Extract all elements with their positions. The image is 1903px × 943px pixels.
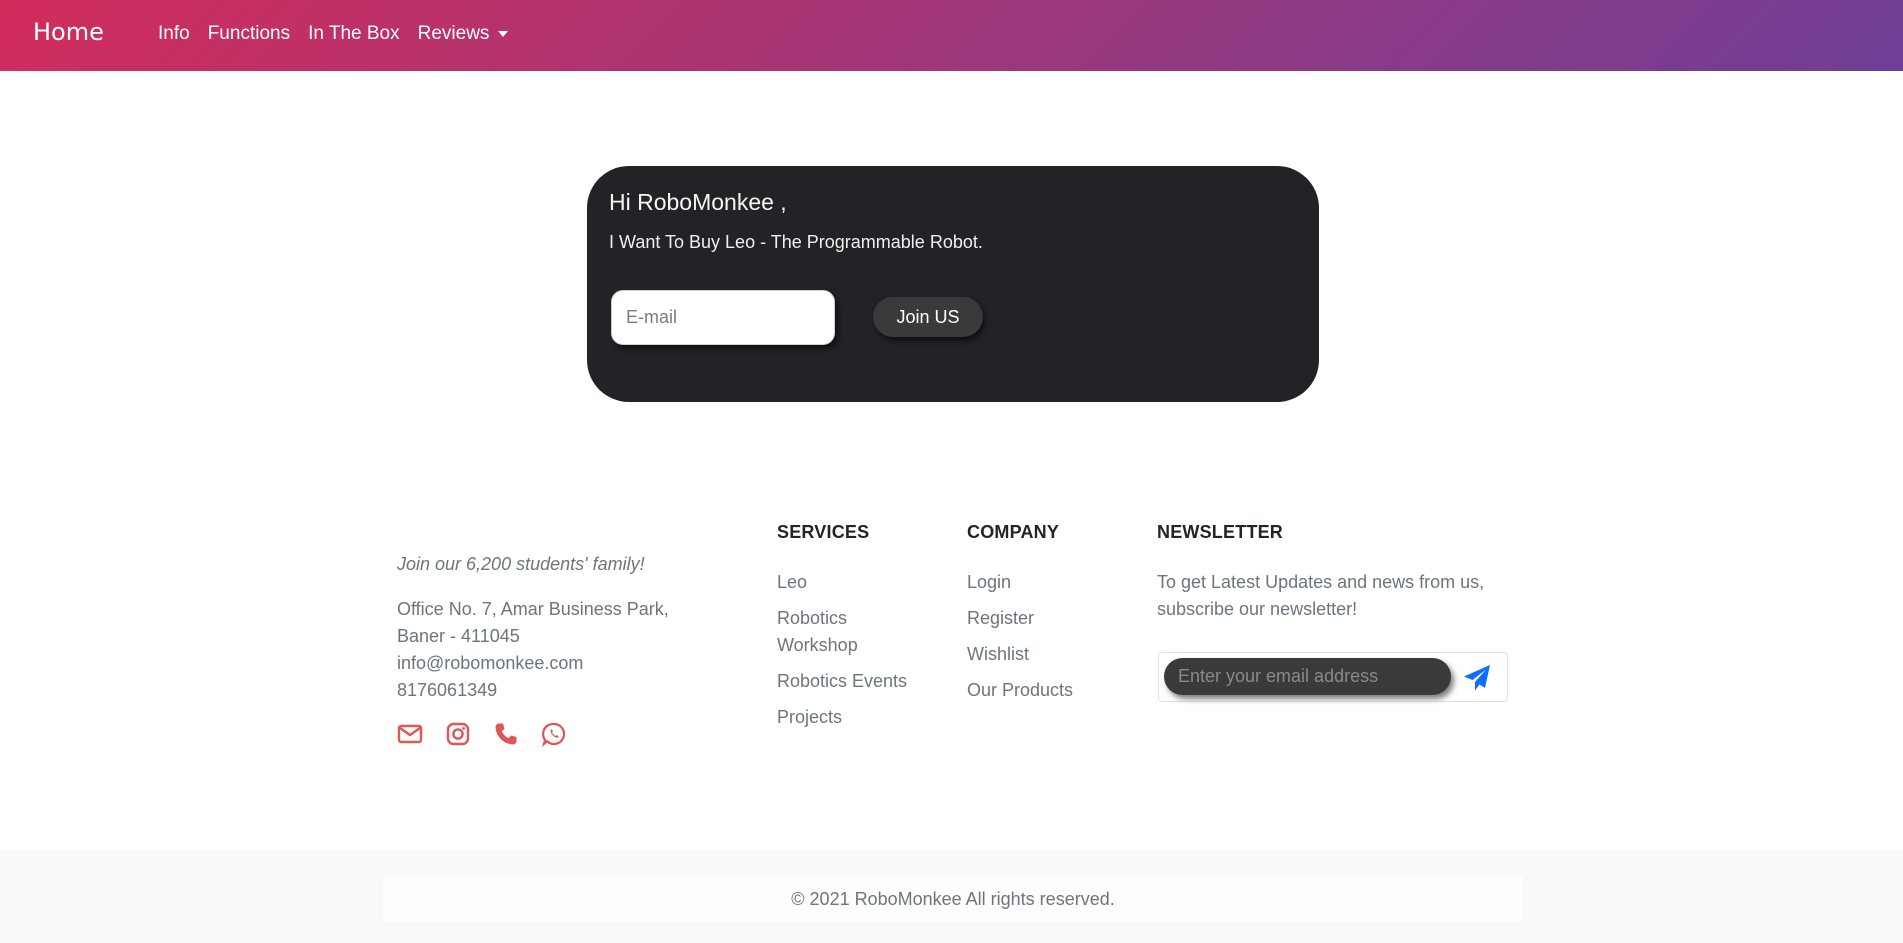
hero-greeting: Hi RoboMonkee , xyxy=(609,189,787,215)
services-list: Leo Robotics Workshop Robotics Events Pr… xyxy=(777,569,927,731)
address-line-1: Office No. 7, Amar Business Park, xyxy=(397,599,669,619)
footer-tagline: Join our 6,200 students' family! xyxy=(397,554,645,574)
envelope-icon[interactable] xyxy=(397,721,423,747)
nav-link-info[interactable]: Info xyxy=(158,23,190,45)
newsletter-heading: NEWSLETTER xyxy=(1157,522,1283,542)
footer-newsletter: NEWSLETTER To get Latest Updates and new… xyxy=(1157,522,1517,623)
paper-plane-icon[interactable] xyxy=(1462,663,1492,693)
nav-link-in-the-box[interactable]: In The Box xyxy=(308,23,400,45)
join-card: Hi RoboMonkee , I Want To Buy Leo - The … xyxy=(587,166,1319,402)
company-link-wishlist[interactable]: Wishlist xyxy=(967,641,1117,668)
contact-phone: 8176061349 xyxy=(397,680,498,700)
footer-about: Join our 6,200 students' family! xyxy=(397,551,737,578)
address-line-2: Baner - 411045 xyxy=(397,626,520,646)
services-link-leo[interactable]: Leo xyxy=(777,569,927,596)
services-link-projects[interactable]: Projects xyxy=(777,704,927,731)
top-navbar: Home Info Functions In The Box Reviews xyxy=(0,0,1903,71)
chevron-down-icon xyxy=(498,31,509,37)
contact-email: info@robomonkee.com xyxy=(397,653,584,673)
copyright-text: © 2021 RoboMonkee All rights reserved. xyxy=(383,876,1523,922)
nav-links: Info Functions In The Box Reviews xyxy=(158,23,509,45)
hero-message: I Want To Buy Leo - The Programmable Rob… xyxy=(609,232,983,252)
nav-dropdown-label: Reviews xyxy=(417,23,490,44)
company-heading: COMPANY xyxy=(967,522,1060,542)
newsletter-email-input[interactable] xyxy=(1164,658,1451,695)
services-link-robotics-workshop[interactable]: Robotics Workshop xyxy=(777,605,927,659)
company-link-our-products[interactable]: Our Products xyxy=(967,677,1117,704)
social-links xyxy=(397,721,567,747)
join-us-button[interactable]: Join US xyxy=(873,297,983,337)
hero-email-input[interactable] xyxy=(611,290,835,345)
company-list: Login Register Wishlist Our Products xyxy=(967,569,1117,704)
footer-contact: Office No. 7, Amar Business Park, Baner … xyxy=(397,596,737,704)
phone-icon[interactable] xyxy=(493,721,519,747)
whatsapp-icon[interactable] xyxy=(541,721,567,747)
services-heading: SERVICES xyxy=(777,522,870,542)
brand-home-link[interactable]: Home xyxy=(33,18,104,46)
footer-company: COMPANY Login Register Wishlist Our Prod… xyxy=(967,522,1117,713)
nav-dropdown-reviews[interactable]: Reviews xyxy=(418,23,509,45)
services-link-robotics-events[interactable]: Robotics Events xyxy=(777,668,927,695)
instagram-icon[interactable] xyxy=(445,721,471,747)
footer-services: SERVICES Leo Robotics Workshop Robotics … xyxy=(777,522,927,740)
nav-link-functions[interactable]: Functions xyxy=(208,23,290,45)
newsletter-form xyxy=(1158,652,1508,702)
company-link-register[interactable]: Register xyxy=(967,605,1117,632)
company-link-login[interactable]: Login xyxy=(967,569,1117,596)
newsletter-description: To get Latest Updates and news from us, … xyxy=(1157,572,1485,619)
